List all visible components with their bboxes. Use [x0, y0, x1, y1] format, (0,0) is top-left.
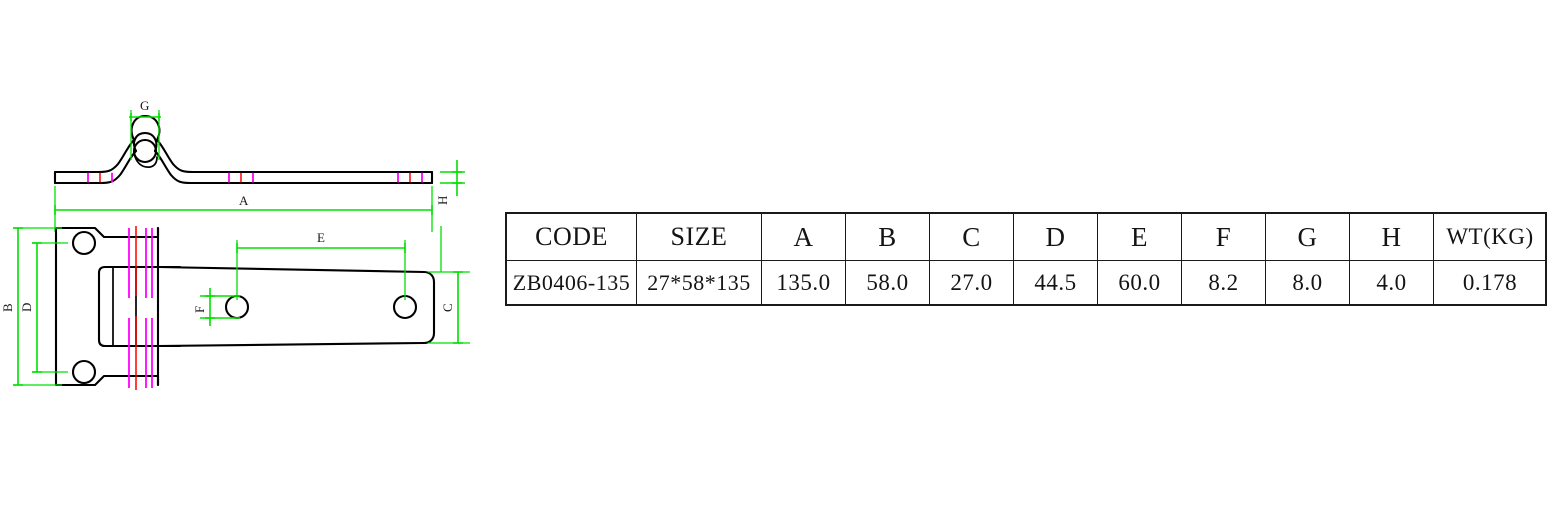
dimension-a: A	[54, 186, 433, 232]
plan-knuckle-centerlines	[128, 226, 153, 390]
plan-view: B D E F C	[0, 226, 470, 390]
table-header-e: E	[1097, 213, 1182, 261]
table-header-weight: WT(KG)	[1433, 213, 1547, 261]
table-cell-d: 44.5	[1013, 260, 1098, 306]
dimension-d: D	[19, 242, 68, 373]
table-cell-g: 8.0	[1265, 260, 1350, 306]
table-header-g: G	[1265, 213, 1350, 261]
table-cell-c: 27.0	[929, 260, 1014, 306]
table-header-size: SIZE	[636, 213, 762, 261]
dimension-c-label: C	[440, 303, 455, 312]
specification-table-container: CODE SIZE A B C D E F G H WT(KG) ZB0406-…	[506, 213, 1547, 306]
dimension-h: H	[435, 160, 465, 205]
table-header-c: C	[929, 213, 1014, 261]
table-header-a: A	[761, 213, 846, 261]
table-header-f: F	[1181, 213, 1266, 261]
table-cell-b: 58.0	[845, 260, 930, 306]
table-header-d: D	[1013, 213, 1098, 261]
side-strap-left-top	[53, 138, 136, 174]
table-cell-weight: 0.178	[1433, 260, 1547, 306]
side-strap-right-top	[155, 138, 434, 174]
table-cell-code: ZB0406-135	[506, 260, 637, 306]
drawing-sheet: .outline { fill: none; stroke: #000000; …	[0, 0, 1566, 520]
side-elevation-view: G A H	[53, 98, 465, 232]
specification-table: CODE SIZE A B C D E F G H WT(KG) ZB0406-…	[506, 213, 1547, 306]
dimension-f-label: F	[192, 305, 207, 313]
table-row: ZB0406-135 27*58*135 135.0 58.0 27.0 44.…	[506, 260, 1547, 306]
side-strap-right-bottom	[153, 149, 434, 185]
table-cell-h: 4.0	[1349, 260, 1434, 306]
table-header-h: H	[1349, 213, 1434, 261]
table-header-code: CODE	[506, 213, 637, 261]
dimension-e: E	[236, 230, 406, 300]
dimension-g-label: G	[140, 98, 150, 113]
table-cell-a: 135.0	[761, 260, 846, 306]
plan-knuckle-block-left	[97, 265, 115, 348]
dimension-e-label: E	[317, 230, 325, 245]
table-header-row: CODE SIZE A B C D E F G H WT(KG)	[506, 213, 1547, 261]
plan-plate-hole-bottom	[71, 359, 97, 385]
dimension-h-label: H	[435, 195, 450, 205]
table-header-b: B	[845, 213, 930, 261]
table-cell-e: 60.0	[1097, 260, 1182, 306]
table-cell-size: 27*58*135	[636, 260, 762, 306]
side-section-marks-mid	[228, 172, 254, 183]
plan-plate-hole-top	[71, 230, 97, 256]
side-section-marks-left	[87, 172, 113, 183]
side-section-marks-right	[397, 172, 423, 183]
dimension-b-label: B	[0, 303, 15, 312]
dimension-a-label: A	[239, 193, 249, 208]
plan-mounting-plate-outline	[54, 226, 160, 387]
dimension-d-label: D	[19, 302, 34, 312]
dimension-f: F	[192, 288, 240, 326]
side-knuckle-eye	[132, 138, 158, 164]
table-cell-f: 8.2	[1181, 260, 1266, 306]
